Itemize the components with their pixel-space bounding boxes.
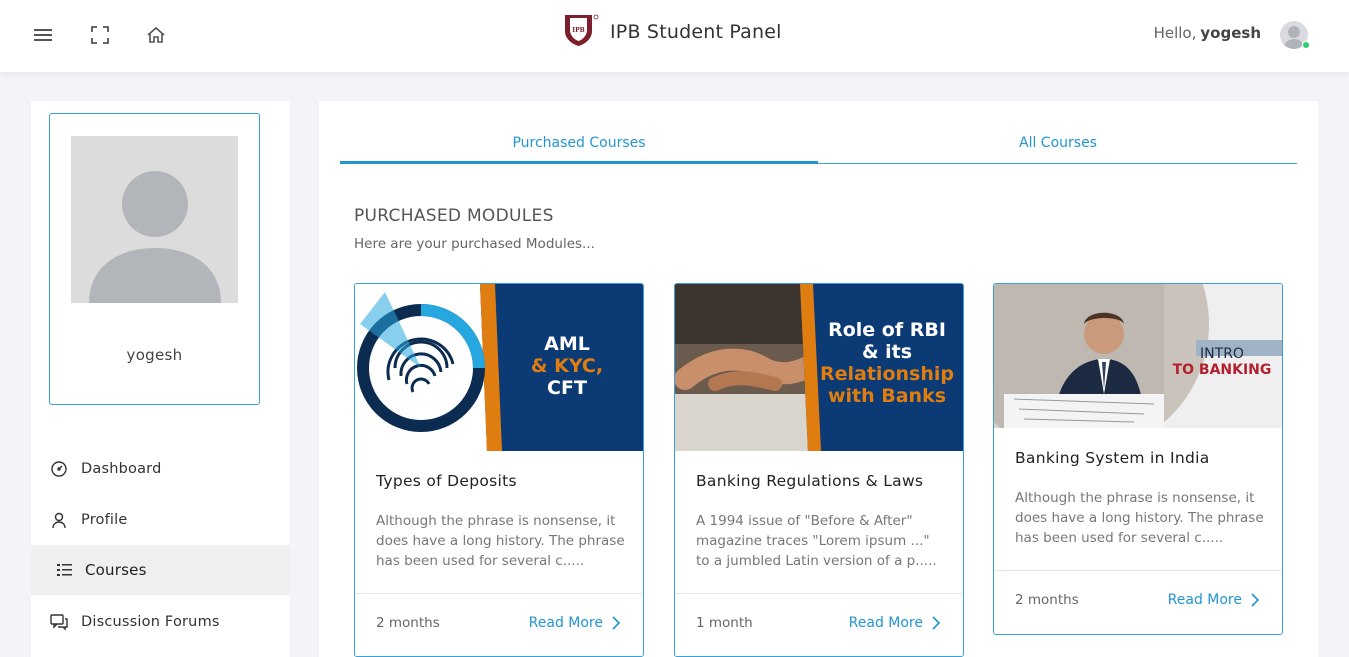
read-more-label: Read More — [848, 615, 923, 631]
ipb-logo: IPB — [562, 13, 600, 51]
course-thumbnail-rbi: Role of RBI & its Relationship with Bank… — [675, 284, 963, 451]
tab-all-courses[interactable]: All Courses — [819, 129, 1297, 163]
course-tabs: Purchased Courses All Courses — [340, 129, 1297, 164]
sidebar-item-label: Discussion Forums — [81, 614, 220, 630]
course-duration: 2 months — [1015, 592, 1079, 608]
menu-icon[interactable] — [33, 24, 55, 46]
thumb-text-line: Role of RBI — [828, 319, 946, 341]
thumb-text-line: & its — [861, 340, 913, 363]
thumb-text-block: INTRO TO BANKING — [1170, 346, 1274, 378]
sidebar-item-courses[interactable]: Courses — [31, 545, 290, 595]
thumb-text-line: with Banks — [827, 384, 947, 407]
tab-purchased-courses[interactable]: Purchased Courses — [340, 129, 818, 164]
header-username: yogesh — [1200, 24, 1261, 42]
course-duration: 2 months — [376, 615, 440, 631]
sidebar-item-label: Courses — [85, 561, 147, 579]
home-icon[interactable] — [146, 24, 168, 46]
chat-icon — [50, 613, 68, 631]
thumb-text-line: CFT — [547, 376, 587, 399]
greeting: Hello, yogesh — [1154, 24, 1261, 42]
course-thumbnail-aml: AML & KYC, CFT — [355, 284, 643, 451]
brand[interactable]: IPB IPB Student Panel — [562, 13, 782, 51]
read-more-link[interactable]: Read More — [1168, 592, 1260, 608]
course-title[interactable]: Banking System in India — [1015, 449, 1210, 467]
sidebar: yogesh Dashboard Profile Courses Discuss… — [31, 101, 290, 657]
course-description: A 1994 issue of "Before & After" magazin… — [696, 513, 937, 569]
sidebar-item-label: Dashboard — [81, 461, 162, 477]
sidebar-item-discussion-forums[interactable]: Discussion Forums — [31, 597, 290, 647]
card-divider — [355, 593, 643, 594]
thumb-text-line: AML — [544, 333, 590, 355]
thumb-text-line: TO BANKING — [1172, 362, 1272, 378]
course-duration: 1 month — [696, 615, 753, 631]
course-card[interactable]: AML & KYC, CFT Types of Deposits Althoug… — [354, 283, 644, 657]
logo-text: IPB — [572, 27, 584, 34]
thumb-text-line: & KYC, — [530, 354, 604, 377]
card-divider — [675, 593, 963, 594]
thumb-text-line: Relationship — [820, 362, 954, 385]
card-divider — [994, 570, 1282, 571]
sidebar-item-label: Profile — [81, 512, 128, 528]
thumb-text-line: INTRO — [1200, 346, 1244, 362]
profile-name: yogesh — [126, 346, 183, 364]
course-description: Although the phrase is nonsense, it does… — [376, 513, 625, 569]
profile-photo-placeholder — [71, 136, 238, 303]
course-card[interactable]: Role of RBI & its Relationship with Bank… — [674, 283, 964, 657]
thumb-text-block: AML & KYC, CFT — [517, 333, 617, 400]
profile-card: yogesh — [49, 113, 260, 405]
list-icon — [56, 561, 74, 579]
course-thumbnail-intro-banking: INTRO TO BANKING — [994, 284, 1282, 428]
read-more-link[interactable]: Read More — [529, 615, 621, 631]
chevron-right-icon — [1251, 593, 1260, 607]
sidebar-item-profile[interactable]: Profile — [31, 495, 290, 545]
dashboard-icon — [50, 460, 68, 478]
course-title[interactable]: Banking Regulations & Laws — [696, 472, 923, 490]
read-more-label: Read More — [528, 615, 603, 631]
course-card[interactable]: INTRO TO BANKING Banking System in India… — [993, 283, 1283, 635]
chevron-right-icon — [932, 616, 941, 630]
thumb-text-block: Role of RBI & its Relationship with Bank… — [817, 319, 957, 407]
section-subtitle: Here are your purchased Modules... — [354, 236, 595, 252]
top-header: IPB IPB Student Panel Hello, yogesh — [0, 0, 1349, 72]
online-status-dot — [1302, 41, 1310, 49]
fullscreen-icon[interactable] — [90, 24, 112, 46]
course-title[interactable]: Types of Deposits — [376, 472, 517, 490]
app-title: IPB Student Panel — [610, 21, 782, 43]
greeting-text: Hello, — [1153, 24, 1197, 42]
main-content: Purchased Courses All Courses PURCHASED … — [319, 101, 1318, 657]
chevron-right-icon — [612, 616, 621, 630]
section-title: PURCHASED MODULES — [354, 206, 554, 226]
sidebar-item-dashboard[interactable]: Dashboard — [31, 444, 290, 494]
read-more-link[interactable]: Read More — [849, 615, 941, 631]
read-more-label: Read More — [1167, 592, 1242, 608]
user-icon — [50, 511, 68, 529]
course-description: Although the phrase is nonsense, it does… — [1015, 490, 1264, 546]
